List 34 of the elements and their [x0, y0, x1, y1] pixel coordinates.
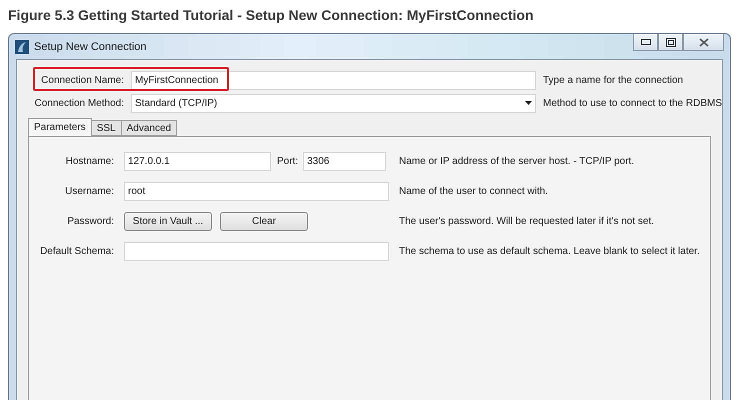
field-label: Connection Name: [40, 74, 124, 86]
close-button[interactable] [683, 34, 724, 51]
help-text: Type a name for the connection [543, 74, 684, 86]
tab[interactable]: SSL [90, 120, 122, 136]
minimize-button[interactable] [633, 34, 658, 51]
password-button[interactable]: Store in Vault ... [124, 212, 212, 230]
field-label: Port: [277, 156, 298, 166]
input-field[interactable] [124, 242, 389, 260]
field-label: Username: [64, 186, 114, 196]
field-label: Hostname: [64, 156, 114, 166]
help-text: Name or IP address of the server host. - TCP/IP port. [399, 156, 636, 166]
minimize-icon [640, 39, 650, 45]
tab[interactable]: Parameters [28, 118, 92, 136]
method-dropdown[interactable]: Standard (TCP/IP) [131, 94, 536, 112]
app-logo-icon [15, 40, 29, 54]
input-field[interactable]: root [124, 182, 389, 200]
help-text: The user's password. Will be requested later if it's not set. [399, 216, 656, 226]
maximize-icon [666, 38, 676, 46]
input-field[interactable]: MyFirstConnection [131, 70, 536, 90]
close-icon [698, 38, 708, 46]
window-title: Setup New Connection [34, 40, 148, 52]
maximize-button[interactable] [658, 34, 683, 51]
help-text: Name of the user to connect with. [399, 186, 549, 196]
password-button[interactable]: Clear [220, 212, 308, 230]
caret-icon [525, 101, 532, 105]
input-field[interactable]: 3306 [303, 152, 386, 170]
tab[interactable]: Advanced [120, 120, 178, 136]
help-text: Method to use to connect to the RDBMS [543, 98, 722, 108]
input-field[interactable]: 127.0.0.1 [124, 152, 271, 170]
field-label: Default Schema: [39, 246, 114, 256]
figure-caption: Figure 5.3 Getting Started Tutorial - Setup New Connection: MyFirstConnection [7, 6, 535, 25]
field-label: Connection Method: [33, 98, 124, 108]
help-text: The schema to use as default schema. Leave blank to select it later. [399, 246, 701, 256]
field-label: Password: [66, 216, 114, 226]
